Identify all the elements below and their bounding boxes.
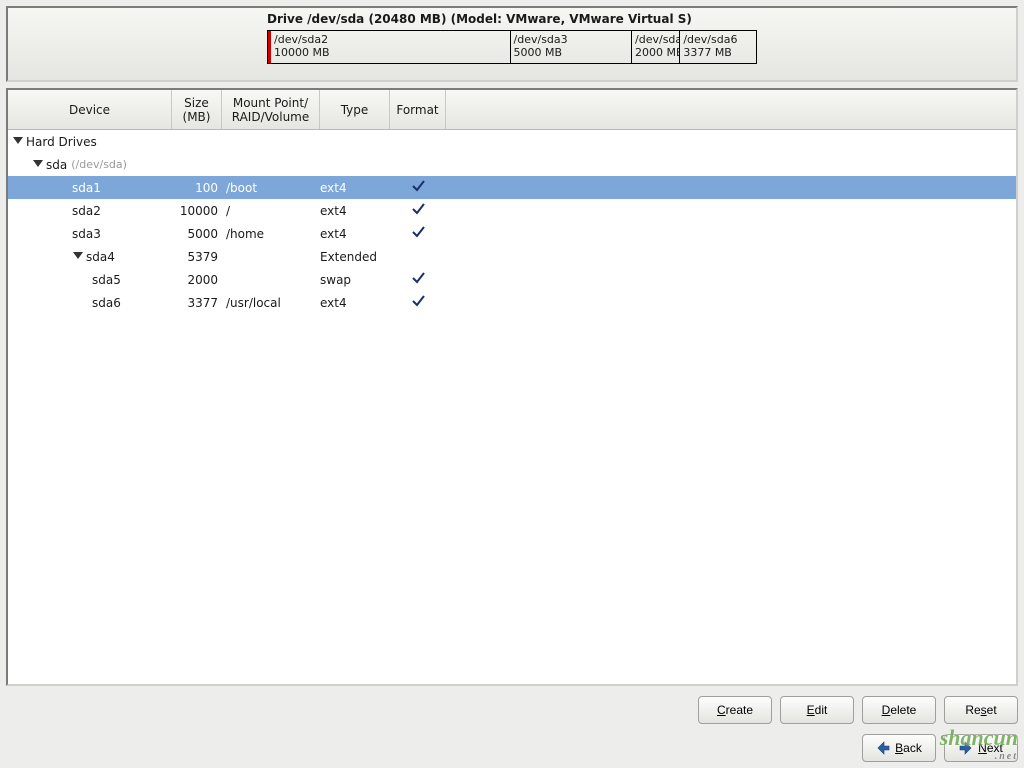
drive-graphic-panel: Drive /dev/sda (20480 MB) (Model: VMware…	[6, 6, 1018, 82]
delete-button[interactable]: Delete	[862, 696, 936, 724]
partition-mount: /	[222, 204, 320, 218]
tree-disk-path: (/dev/sda)	[71, 158, 127, 171]
partition-tree-panel: Device Size (MB) Mount Point/ RAID/Volum…	[6, 88, 1018, 686]
back-button[interactable]: Back	[862, 734, 936, 762]
tree-root-row[interactable]: Hard Drives	[8, 130, 1016, 153]
partition-type: ext4	[320, 204, 390, 218]
partition-name: sda4	[86, 250, 115, 264]
partition-format	[390, 293, 446, 312]
partition-format	[390, 178, 446, 197]
partition-size: 5000	[172, 227, 222, 241]
check-icon	[410, 293, 426, 312]
partition-name: sda3	[72, 227, 101, 241]
col-size[interactable]: Size (MB)	[172, 90, 222, 129]
partition-row[interactable]: sda6 3377/usr/localext4	[8, 291, 1016, 314]
table-header: Device Size (MB) Mount Point/ RAID/Volum…	[8, 90, 1016, 130]
tree-disk-label: sda	[46, 158, 67, 172]
nav-buttons: Back Next	[6, 734, 1018, 762]
check-icon	[410, 224, 426, 243]
partition-type: ext4	[320, 296, 390, 310]
drive-segment[interactable]: /dev/sda52000 MB	[632, 31, 680, 63]
drive-box: Drive /dev/sda (20480 MB) (Model: VMware…	[267, 12, 757, 74]
tree-root-label: Hard Drives	[26, 135, 97, 149]
partition-name: sda2	[72, 204, 101, 218]
partition-row[interactable]: sda3 5000/homeext4	[8, 222, 1016, 245]
partition-action-buttons: Create Edit Delete Reset	[6, 696, 1018, 724]
col-mount[interactable]: Mount Point/ RAID/Volume	[222, 90, 320, 129]
partition-row[interactable]: sda2 10000/ext4	[8, 199, 1016, 222]
drive-title: Drive /dev/sda (20480 MB) (Model: VMware…	[267, 12, 757, 26]
partition-row[interactable]: sda1 100/bootext4	[8, 176, 1016, 199]
check-icon	[410, 178, 426, 197]
check-icon	[410, 270, 426, 289]
create-button[interactable]: Create	[698, 696, 772, 724]
partition-format	[390, 201, 446, 220]
partition-format	[390, 224, 446, 243]
partition-format	[390, 270, 446, 289]
partition-size: 3377	[172, 296, 222, 310]
partition-type: ext4	[320, 227, 390, 241]
tree-disk-row[interactable]: sda (/dev/sda)	[8, 153, 1016, 176]
partition-name: sda6	[92, 296, 121, 310]
partition-type: ext4	[320, 181, 390, 195]
arrow-right-icon	[959, 741, 973, 755]
expander-icon[interactable]	[12, 136, 24, 148]
partition-size: 10000	[172, 204, 222, 218]
partition-tree[interactable]: Hard Drives sda (/dev/sda) sda1100/boote…	[8, 130, 1016, 684]
col-device[interactable]: Device	[8, 90, 172, 129]
drive-segment[interactable]: /dev/sda63377 MB	[680, 31, 756, 63]
partition-name: sda1	[72, 181, 101, 195]
partition-row[interactable]: sda5 2000 swap	[8, 268, 1016, 291]
col-format[interactable]: Format	[390, 90, 446, 129]
partition-row[interactable]: sda4 5379 Extended	[8, 245, 1016, 268]
partition-name: sda5	[92, 273, 121, 287]
partition-type: Extended	[320, 250, 390, 264]
expander-icon[interactable]	[32, 159, 44, 171]
col-type[interactable]: Type	[320, 90, 390, 129]
partition-size: 2000	[172, 273, 222, 287]
partition-size: 5379	[172, 250, 222, 264]
partition-mount: /boot	[222, 181, 320, 195]
edit-button[interactable]: Edit	[780, 696, 854, 724]
check-icon	[410, 201, 426, 220]
partition-size: 100	[172, 181, 222, 195]
drive-bar[interactable]: /dev/sda210000 MB/dev/sda35000 MB/dev/sd…	[267, 30, 757, 64]
next-button[interactable]: Next	[944, 734, 1018, 762]
drive-segment[interactable]: /dev/sda210000 MB	[268, 31, 511, 63]
expander-icon[interactable]	[72, 251, 84, 263]
partition-mount: /usr/local	[222, 296, 320, 310]
partition-mount: /home	[222, 227, 320, 241]
reset-button[interactable]: Reset	[944, 696, 1018, 724]
arrow-left-icon	[876, 741, 890, 755]
drive-segment[interactable]: /dev/sda35000 MB	[511, 31, 633, 63]
partition-type: swap	[320, 273, 390, 287]
